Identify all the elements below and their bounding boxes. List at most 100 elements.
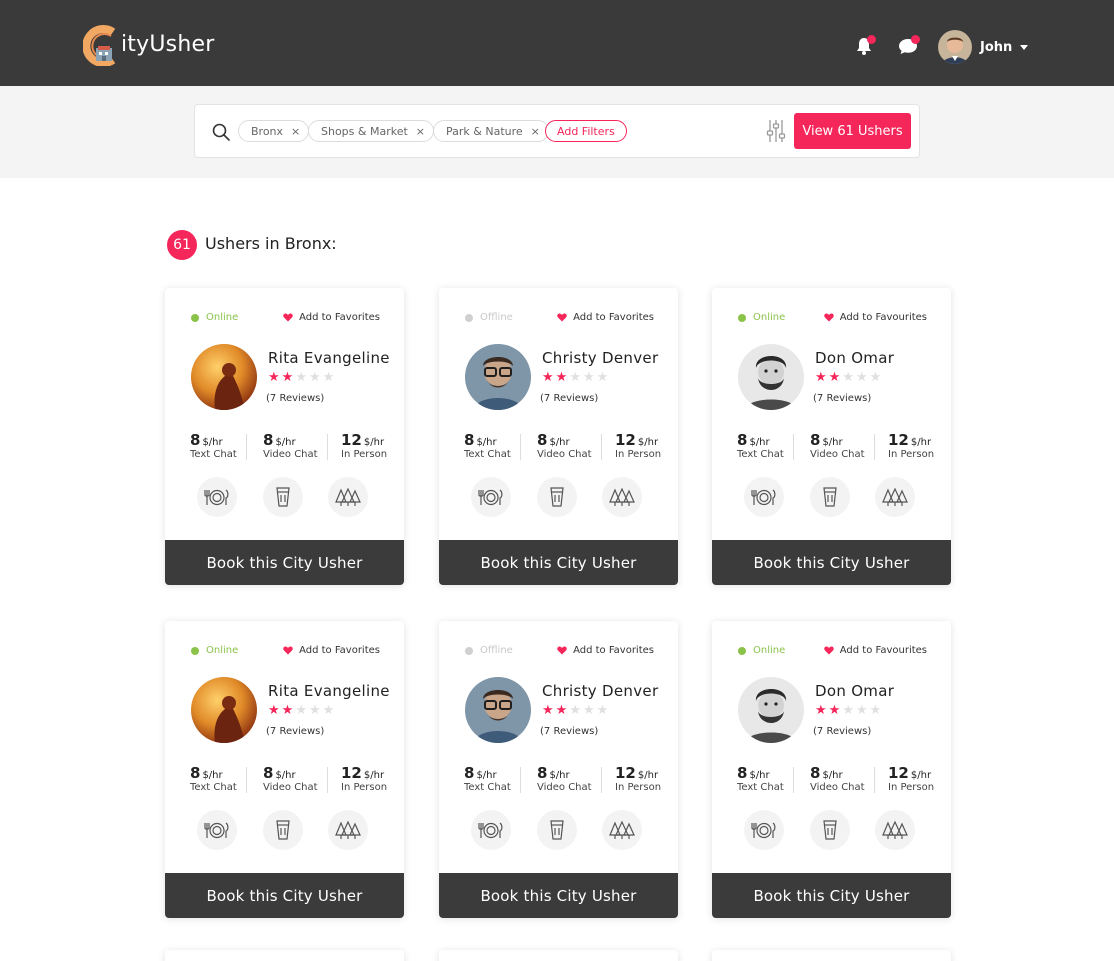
filter-chip-bronx[interactable]: Bronx ×: [238, 120, 310, 142]
remove-filter-icon[interactable]: ×: [291, 125, 300, 138]
usher-name[interactable]: Christy Denver: [542, 349, 658, 367]
messages-button[interactable]: [897, 35, 920, 58]
rate-0: 8 $/hr Text Chat: [464, 430, 511, 460]
usher-card[interactable]: Offline Add to Favorites Christy Denver …: [439, 621, 678, 918]
usher-card[interactable]: Online Add to Favorites Rita Evangeline …: [165, 621, 404, 918]
status-label: Offline: [480, 312, 513, 323]
usher-card-partial: [439, 950, 678, 961]
rate-amount: 12: [341, 764, 362, 782]
rate-unit: $/hr: [910, 437, 932, 448]
rate-amount: 8: [263, 764, 274, 782]
star-icon: ★: [281, 703, 294, 718]
book-usher-button[interactable]: Book this City Usher: [712, 540, 951, 585]
notification-badge: [867, 35, 876, 44]
message-badge: [911, 35, 920, 44]
usher-card[interactable]: Online Add to Favourites Don Omar ★ ★ ★ ★ ★ …: [712, 621, 951, 918]
usher-card[interactable]: Online Add to Favourites Don Omar ★ ★ ★ ★ ★ …: [712, 288, 951, 585]
usher-name[interactable]: Don Omar: [815, 349, 894, 367]
rate-amount: 12: [615, 431, 636, 449]
book-usher-button[interactable]: Book this City Usher: [712, 873, 951, 918]
rate-amount: 8: [464, 764, 475, 782]
book-usher-button[interactable]: Book this City Usher: [439, 873, 678, 918]
add-to-favorites-button[interactable]: Add to Favorites: [557, 645, 654, 656]
rate-amount: 12: [888, 764, 909, 782]
status-indicator: Online: [738, 645, 785, 656]
user-menu[interactable]: John: [938, 30, 1029, 64]
rating-stars: ★ ★ ★ ★ ★: [268, 704, 336, 718]
remove-filter-icon[interactable]: ×: [416, 125, 425, 138]
rate-unit: $/hr: [202, 770, 223, 781]
add-filters-button[interactable]: Add Filters: [545, 120, 627, 142]
cityusher-logo[interactable]: ityUsher: [82, 22, 214, 67]
rating-stars: ★ ★ ★ ★ ★: [815, 371, 883, 385]
rate-0: 8 $/hr Text Chat: [737, 763, 784, 793]
filter-chip-shops-market[interactable]: Shops & Market ×: [308, 120, 434, 142]
rate-2: 12 $/hr In Person: [341, 763, 387, 793]
add-to-favorites-button[interactable]: Add to Favorites: [283, 645, 380, 656]
status-indicator: Online: [191, 645, 238, 656]
filter-chip-label: Bronx: [251, 124, 284, 138]
reviews-count[interactable]: (7 Reviews): [540, 726, 598, 737]
drink-icon: [810, 810, 850, 850]
top-navigation-bar: ityUsher John: [0, 0, 1114, 86]
remove-filter-icon[interactable]: ×: [531, 125, 540, 138]
usher-name[interactable]: Rita Evangeline: [268, 682, 390, 700]
rate-row: 8 $/hr Text Chat 8 $/hr Video Chat 12 $/hr …: [439, 763, 678, 799]
usher-name[interactable]: Don Omar: [815, 682, 894, 700]
heart-icon: [824, 313, 834, 322]
rate-amount: 8: [190, 764, 201, 782]
rate-label: Video Chat: [810, 782, 865, 793]
usher-photo: [465, 344, 531, 410]
view-ushers-button[interactable]: View 61 Ushers: [794, 113, 911, 149]
add-to-favorites-button[interactable]: Add to Favourites: [824, 312, 927, 323]
add-to-favorites-button[interactable]: Add to Favorites: [283, 312, 380, 323]
filter-chip-park-nature[interactable]: Park & Nature ×: [433, 120, 549, 142]
reviews-count[interactable]: (7 Reviews): [813, 726, 871, 737]
reviews-count[interactable]: (7 Reviews): [540, 393, 598, 404]
rate-row: 8 $/hr Text Chat 8 $/hr Video Chat 12 $/hr …: [712, 430, 951, 466]
star-icon: ★: [815, 370, 827, 385]
drink-icon: [537, 477, 577, 517]
rate-unit: $/hr: [749, 770, 770, 781]
filter-sliders-icon[interactable]: [765, 118, 787, 144]
notifications-button[interactable]: [854, 35, 876, 58]
usher-name[interactable]: Christy Denver: [542, 682, 658, 700]
rate-1: 8 $/hr Video Chat: [810, 430, 865, 460]
rate-amount: 8: [810, 431, 821, 449]
rate-unit: $/hr: [749, 437, 770, 448]
rate-amount: 8: [537, 431, 548, 449]
book-usher-button[interactable]: Book this City Usher: [439, 540, 678, 585]
favorite-label: Add to Favorites: [573, 312, 654, 323]
add-to-favorites-button[interactable]: Add to Favourites: [824, 645, 927, 656]
reviews-count[interactable]: (7 Reviews): [266, 393, 324, 404]
star-icon: ★: [295, 703, 307, 718]
favorite-label: Add to Favourites: [839, 645, 927, 656]
book-usher-button[interactable]: Book this City Usher: [165, 540, 404, 585]
star-icon: ★: [281, 370, 294, 385]
rate-label: Video Chat: [263, 782, 318, 793]
status-label: Online: [206, 312, 239, 323]
rate-0: 8 $/hr Text Chat: [464, 763, 511, 793]
divider: [327, 434, 328, 460]
divider: [793, 767, 794, 793]
search-icon[interactable]: [211, 122, 231, 142]
star-icon: ★: [542, 370, 554, 385]
add-to-favorites-button[interactable]: Add to Favorites: [557, 312, 654, 323]
star-icon: ★: [596, 370, 609, 385]
star-icon: ★: [308, 370, 321, 385]
favorite-label: Add to Favorites: [573, 645, 654, 656]
food-icon: [744, 810, 784, 850]
reviews-count[interactable]: (7 Reviews): [813, 393, 871, 404]
rate-0: 8 $/hr Text Chat: [190, 430, 237, 460]
divider: [874, 767, 875, 793]
book-usher-button[interactable]: Book this City Usher: [165, 873, 404, 918]
usher-card[interactable]: Offline Add to Favorites Christy Denver …: [439, 288, 678, 585]
status-dot: [191, 313, 199, 322]
star-icon: ★: [268, 703, 280, 718]
rate-unit: $/hr: [476, 437, 497, 448]
rate-label: In Person: [615, 782, 662, 793]
reviews-count[interactable]: (7 Reviews): [266, 726, 324, 737]
usher-name[interactable]: Rita Evangeline: [268, 349, 390, 367]
star-icon: ★: [322, 703, 335, 718]
usher-card[interactable]: Online Add to Favorites Rita Evangeline …: [165, 288, 404, 585]
